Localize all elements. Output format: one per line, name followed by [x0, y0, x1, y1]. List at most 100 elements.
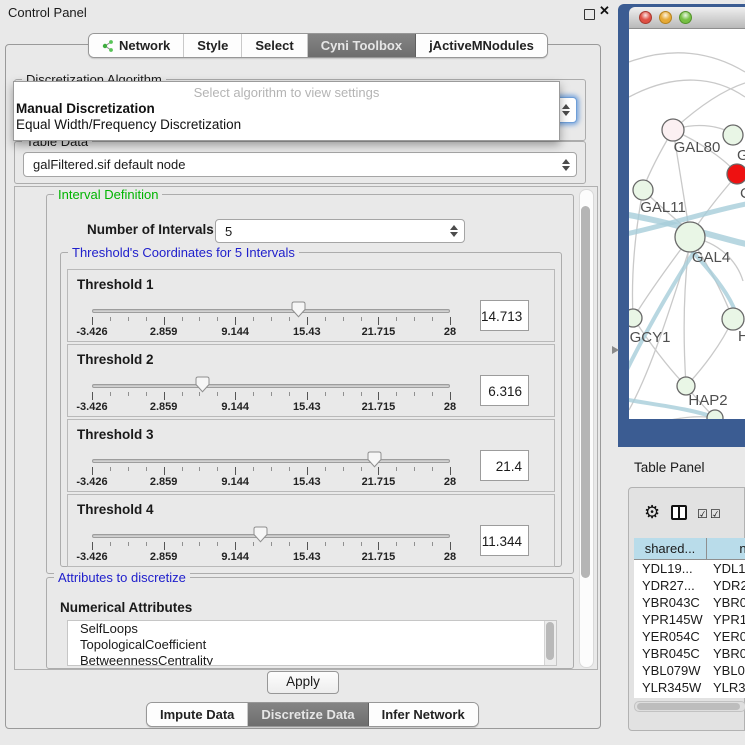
threshold-4-value-field[interactable]: 11.344 [480, 525, 529, 556]
numerical-attributes-list[interactable]: SelfLoopsTopologicalCoefficientBetweenne… [67, 620, 557, 666]
network-node-gcy1[interactable] [629, 309, 642, 327]
threshold-4-label: Threshold 4 [77, 502, 154, 517]
cell-name: YBL0 [713, 662, 745, 679]
tick-mark [110, 392, 111, 396]
tick-mark [432, 317, 433, 321]
table-row[interactable]: YPR145WYPR1 [634, 611, 745, 628]
algorithm-dropdown-placeholder: Select algorithm to view settings [14, 82, 559, 100]
column-header-shared[interactable]: shared... [634, 538, 707, 560]
tab-discretize-data[interactable]: Discretize Data [248, 703, 368, 726]
tab-label-discretize-data: Discretize Data [261, 707, 354, 722]
cell-name: YDR2 [713, 577, 745, 594]
table-hscrollbar[interactable] [634, 701, 745, 712]
attribute-item-topologicalcoefficient[interactable]: TopologicalCoefficient [68, 637, 556, 653]
checkbox-icon[interactable]: ☑ [710, 507, 721, 521]
network-node-label: GAL80 [674, 139, 721, 156]
table-row[interactable]: YBL079WYBL0 [634, 662, 745, 679]
threshold-3-value-field[interactable]: 21.4 [480, 450, 529, 481]
threshold-1-value-field[interactable]: 14.713 [480, 300, 529, 331]
tab-label-jactivemnodules: jActiveMNodules [429, 38, 534, 53]
tab-style[interactable]: Style [184, 34, 242, 57]
threshold-4-slider-track[interactable] [92, 534, 450, 538]
float-panel-icon[interactable] [584, 9, 595, 20]
algorithm-option-manual-discretization[interactable]: Manual Discretization [14, 100, 559, 116]
tick-mark [396, 392, 397, 396]
table-row[interactable]: YBR045CYBR0 [634, 645, 745, 662]
network-edge[interactable] [629, 417, 715, 419]
tick-mark [164, 542, 165, 550]
checkbox-icon[interactable]: ☑ [697, 507, 708, 521]
network-node-label: GAL4 [692, 249, 730, 266]
table-row[interactable]: YLR345WYLR3 [634, 679, 745, 696]
tick-label: 21.715 [348, 476, 408, 488]
tab-infer-network[interactable]: Infer Network [369, 703, 478, 726]
tick-mark [128, 467, 129, 471]
number-of-intervals-combo[interactable]: 5 [215, 219, 465, 243]
thresholds-group: Threshold's Coordinates for 5 Intervals … [60, 252, 562, 567]
number-of-intervals-value: 5 [225, 224, 232, 239]
network-node-label: HAP2 [688, 392, 727, 409]
close-panel-icon[interactable]: ✕ [599, 3, 610, 19]
network-edge[interactable] [629, 80, 745, 97]
tick-label: 9.144 [205, 326, 265, 338]
slider-tick-labels: -3.4262.8599.14415.4321.71528 [92, 401, 450, 413]
number-of-intervals-label: Number of Intervals [87, 222, 214, 237]
table-row[interactable]: YIL052CYIL0 [634, 696, 745, 698]
tick-mark [378, 317, 379, 325]
network-edge[interactable] [688, 319, 733, 384]
panel-scrollbar-thumb[interactable] [581, 206, 590, 578]
threshold-3-slider-track[interactable] [92, 459, 450, 463]
gear-icon[interactable]: ⚙ [644, 502, 660, 523]
panel-scrollbar[interactable] [579, 189, 594, 668]
attribute-item-betweennesscentrality[interactable]: BetweennessCentrality [68, 653, 556, 666]
table-row[interactable]: YER054CYER0 [634, 628, 745, 645]
network-icon [102, 39, 114, 52]
tick-mark [325, 467, 326, 471]
network-window-titlebar[interactable] [629, 7, 745, 29]
tab-network[interactable]: Network [89, 34, 184, 57]
table-row[interactable]: YDL19...YDL1 [634, 560, 745, 577]
network-node-label: H [738, 328, 745, 345]
table-data-combo[interactable]: galFiltered.sif default node [23, 152, 577, 177]
table-row[interactable]: YDR27...YDR2 [634, 577, 745, 594]
numerical-attributes-label: Numerical Attributes [60, 600, 192, 615]
zoom-window-icon[interactable] [679, 11, 692, 24]
list-scrollbar-thumb[interactable] [546, 622, 554, 660]
close-window-icon[interactable] [639, 11, 652, 24]
network-node-ga[interactable] [723, 125, 743, 145]
algorithm-option-equal-width-frequency-discretization[interactable]: Equal Width/Frequency Discretization [14, 116, 559, 132]
tab-label-infer-network: Infer Network [382, 707, 465, 722]
tick-mark [92, 317, 93, 325]
network-node-gal11[interactable] [633, 180, 653, 200]
table-hscrollbar-thumb[interactable] [637, 703, 740, 710]
network-node-label: C [740, 185, 745, 202]
tab-cyni-toolbox[interactable]: Cyni Toolbox [308, 34, 416, 57]
tick-mark [450, 542, 451, 550]
tick-mark [199, 467, 200, 471]
minimize-window-icon[interactable] [659, 11, 672, 24]
tick-mark [217, 467, 218, 471]
network-canvas[interactable]: GAL80GACGAL11GAL4GCY1HHAP2 [629, 29, 745, 419]
tick-mark [146, 317, 147, 321]
column-header-n[interactable]: n [707, 538, 745, 560]
apply-button[interactable]: Apply [267, 671, 339, 694]
threshold-2-slider-track[interactable] [92, 384, 450, 388]
column-layout-icon[interactable] [671, 505, 687, 520]
tab-select[interactable]: Select [242, 34, 307, 57]
network-edge[interactable] [629, 53, 745, 72]
tick-mark [128, 542, 129, 546]
network-node[interactable] [707, 410, 723, 419]
threshold-1-slider-track[interactable] [92, 309, 450, 313]
table-row[interactable]: YBR043CYBR0 [634, 594, 745, 611]
list-scrollbar[interactable] [544, 621, 556, 665]
network-node-h[interactable] [722, 308, 744, 330]
threshold-2-value-field[interactable]: 6.316 [480, 375, 529, 406]
network-node-c[interactable] [727, 164, 745, 184]
tick-mark [182, 542, 183, 546]
tick-mark [92, 392, 93, 400]
network-node-gal80[interactable] [662, 119, 684, 141]
tab-impute-data[interactable]: Impute Data [147, 703, 248, 726]
tab-jactivemnodules[interactable]: jActiveMNodules [416, 34, 547, 57]
attribute-item-selfloops[interactable]: SelfLoops [68, 621, 556, 637]
network-node-gal4[interactable] [675, 222, 705, 252]
